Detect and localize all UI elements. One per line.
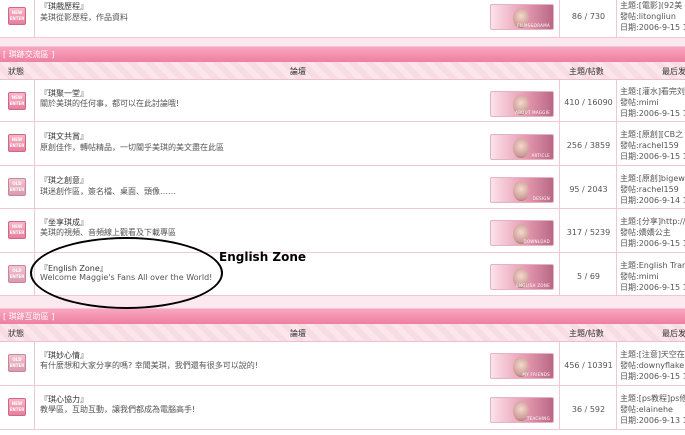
forum-description: 關於美琪的任何事，都可以在此討論哦! bbox=[40, 99, 180, 108]
forum-thumbnail[interactable]: DOWNLOAD bbox=[490, 220, 554, 246]
forum-thumbnail[interactable]: ABOUT MAGGIE bbox=[490, 91, 554, 117]
forum-title-link[interactable]: 『琪文共賞』 bbox=[40, 131, 88, 142]
old-forum-icon: OLD ENTER bbox=[8, 354, 26, 372]
annotation-label: English Zone bbox=[219, 250, 307, 264]
col-last-post: 最后发 bbox=[662, 67, 685, 76]
col-count: 主題/帖數 bbox=[569, 67, 604, 76]
forum-thumbnail[interactable]: ENGLISH ZONE bbox=[490, 264, 554, 290]
thumb-caption: DOWNLOAD bbox=[523, 239, 550, 244]
topic-post-count: 256 / 3859 bbox=[566, 141, 611, 150]
new-forum-icon: NEW ENTER bbox=[8, 92, 26, 110]
thumb-caption: MY FRIENDS bbox=[522, 372, 550, 377]
last-post-author[interactable]: 發帖:mimi bbox=[620, 271, 659, 282]
topic-post-count: 36 / 592 bbox=[571, 405, 606, 414]
last-post-topic[interactable]: 主題:[灌水]看完刘 bbox=[620, 86, 685, 97]
topic-post-count: 456 / 10391 bbox=[564, 361, 613, 370]
last-post-author[interactable]: 發帖:rachel159 bbox=[620, 140, 679, 151]
last-post-cell: 主題:[電影](92美 發帖:litongliun 日期:2006-9-15 1 bbox=[617, 0, 685, 37]
last-post-author[interactable]: 發帖:嬌嬌公主 bbox=[620, 227, 671, 238]
count-cell: 86 / 730 bbox=[560, 0, 617, 37]
last-post-date: 日期:2006-9-14 1 bbox=[620, 196, 685, 205]
col-last-post: 最后发 bbox=[662, 329, 685, 338]
annotation-circle bbox=[30, 237, 223, 309]
forum-title-link[interactable]: 『琪戲歷程』 bbox=[40, 1, 88, 12]
last-post-topic[interactable]: 主題:[原創]bigew bbox=[620, 173, 685, 184]
last-post-date: 日期:2006-9-15 1 bbox=[620, 152, 685, 161]
forum-row-films: NEW ENTER 『琪戲歷程』 美琪從影歷程，作品資料 FILMS&DRAMA… bbox=[0, 0, 685, 38]
last-post-author[interactable]: 發帖:rachel159 bbox=[620, 184, 679, 195]
old-forum-icon: OLD ENTER bbox=[8, 265, 26, 283]
column-header-row: 狀態 論壇 主題/帖數 最后发 bbox=[0, 324, 685, 342]
status-cell: NEW ENTER bbox=[0, 0, 35, 37]
thumb-caption: ABOUT MAGGIE bbox=[515, 110, 550, 115]
last-post-author[interactable]: 發帖:mimi bbox=[620, 97, 659, 108]
thumb-cell: FILMS&DRAMA bbox=[485, 0, 560, 37]
topic-post-count: 317 / 5239 bbox=[566, 228, 611, 237]
forum-thumbnail[interactable]: MY FRIENDS bbox=[490, 353, 554, 379]
forum-description: 教學區，互助互動，讓我們都成為電腦高手! bbox=[40, 405, 196, 414]
forum-thumbnail[interactable]: FILMS&DRAMA bbox=[490, 4, 554, 30]
section-header-help[interactable]: [ 琪跡互助區 ] bbox=[0, 308, 685, 324]
last-post-author[interactable]: 發帖:elainehe bbox=[620, 404, 673, 415]
thumb-caption: FILMS&DRAMA bbox=[517, 23, 550, 28]
forum-row: OLD ENTER 『琪妙心情』 有什麼想和大家分享的嗎? 幸聞美琪，我們還有很… bbox=[0, 342, 685, 386]
forum-description: 美琪的視頻、音頻線上觀看及下載專區 bbox=[40, 228, 176, 237]
col-status: 狀態 bbox=[8, 329, 24, 338]
forum-thumbnail[interactable]: ARTICLE bbox=[490, 134, 554, 160]
forum-row: OLD ENTER 『琪之創意』 琪迷創作區，簽名檔、桌面、頭像…… DESIG… bbox=[0, 166, 685, 209]
last-post-author[interactable]: 發帖:litongliun bbox=[620, 11, 676, 22]
forum-row: NEW ENTER 『琪聚一堂』 關於美琪的任何事，都可以在此討論哦! ABOU… bbox=[0, 80, 685, 122]
new-forum-icon: NEW ENTER bbox=[8, 7, 26, 25]
last-post-date: 日期:2006-9-15 1 bbox=[620, 283, 685, 292]
last-post-topic[interactable]: 主題:English Tran bbox=[620, 260, 685, 271]
thumb-caption: ARTICLE bbox=[531, 153, 550, 158]
last-post-date: 日期:2006-9-15 1 bbox=[620, 372, 685, 381]
topic-post-count: 5 / 69 bbox=[576, 272, 601, 281]
new-forum-icon: NEW ENTER bbox=[8, 221, 26, 239]
forum-thumbnail[interactable]: DESIGN bbox=[490, 177, 554, 203]
column-header-row: 狀態 論壇 主題/帖數 最后发 bbox=[0, 62, 685, 80]
last-post-date: 日期:2006-9-15 1 bbox=[620, 109, 685, 118]
col-count: 主題/帖數 bbox=[569, 329, 604, 338]
forum-title-link[interactable]: 『琪之創意』 bbox=[40, 175, 88, 186]
section-header-exchange[interactable]: [ 琪跡交流區 ] bbox=[0, 46, 685, 62]
last-post-topic[interactable]: 主題:[注意]天空在 bbox=[620, 349, 685, 360]
forum-thumbnail[interactable]: TEACHING bbox=[490, 397, 554, 423]
topic-post-count: 410 / 16090 bbox=[564, 98, 613, 107]
last-post-topic[interactable]: 主題:[ps教程]ps修 bbox=[620, 393, 685, 404]
old-forum-icon: OLD ENTER bbox=[8, 178, 26, 196]
last-post-date: 日期:2006-9-15 1 bbox=[620, 23, 685, 32]
forum-row: NEW ENTER 『琪心協力』 教學區，互助互動，讓我們都成為電腦高手! TE… bbox=[0, 386, 685, 430]
last-post-topic[interactable]: 主題:[原創][CB之 bbox=[620, 129, 683, 140]
forum-cell: 『琪戲歷程』 美琪從影歷程，作品資料 bbox=[35, 0, 485, 37]
forum-description: 有什麼想和大家分享的嗎? 幸聞美琪，我們還有很多可以說的! bbox=[40, 361, 258, 370]
new-forum-icon: NEW ENTER bbox=[8, 134, 26, 152]
section-gap bbox=[0, 38, 685, 46]
last-post-topic[interactable]: 主題:[分享]http:// bbox=[620, 216, 685, 227]
col-forum: 論壇 bbox=[290, 329, 306, 338]
forum-description: 琪迷創作區，簽名檔、桌面、頭像…… bbox=[40, 187, 176, 196]
last-post-date: 日期:2006-9-13 1 bbox=[620, 416, 685, 425]
new-forum-icon: NEW ENTER bbox=[8, 398, 26, 416]
topic-post-count: 86 / 730 bbox=[571, 12, 606, 21]
thumb-caption: TEACHING bbox=[526, 416, 550, 421]
col-status: 狀態 bbox=[8, 67, 24, 76]
thumb-caption: DESIGN bbox=[532, 196, 550, 201]
forum-description: 原創佳作，轉帖精品，一切關乎美琪的美文盡在此區 bbox=[40, 143, 224, 152]
forum-row: NEW ENTER 『琪文共賞』 原創佳作，轉帖精品，一切關乎美琪的美文盡在此區… bbox=[0, 122, 685, 166]
last-post-topic[interactable]: 主題:[電影](92美 bbox=[620, 0, 682, 11]
col-forum: 論壇 bbox=[290, 67, 306, 76]
forum-description: 美琪從影歷程，作品資料 bbox=[40, 13, 128, 22]
topic-post-count: 95 / 2043 bbox=[569, 185, 608, 194]
thumb-caption: ENGLISH ZONE bbox=[516, 283, 550, 288]
last-post-date: 日期:2006-9-15 1 bbox=[620, 239, 685, 248]
last-post-author[interactable]: 發帖:downyflake bbox=[620, 360, 684, 371]
